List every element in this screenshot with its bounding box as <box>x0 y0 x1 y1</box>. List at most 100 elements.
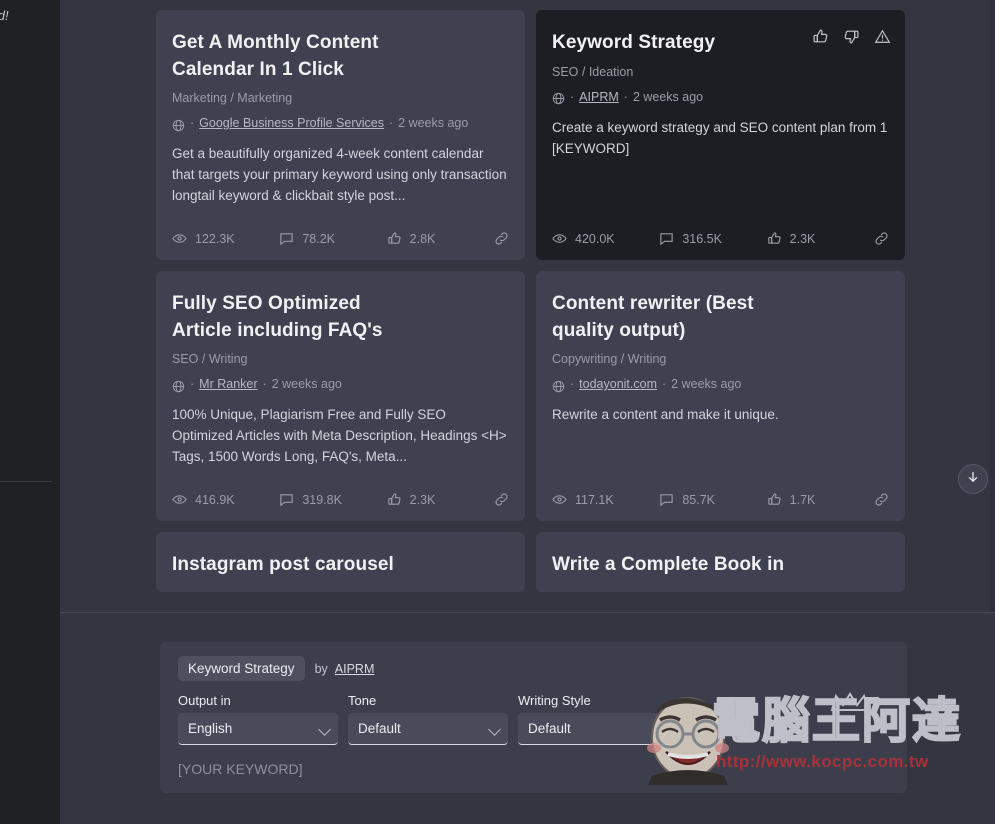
link-icon <box>874 492 889 507</box>
copy-link-button[interactable] <box>494 492 509 507</box>
stat-uses: 319.8K <box>279 492 386 507</box>
copy-link-button[interactable] <box>874 231 889 246</box>
sidebar-divider <box>0 481 52 482</box>
prompt-card-age: 2 weeks ago <box>632 89 704 104</box>
prompt-card-grid: Get A Monthly Content Calendar In 1 Clic… <box>156 0 906 603</box>
copy-link-button[interactable] <box>874 492 889 507</box>
left-sidebar: ved! ered m <box>0 0 60 824</box>
globe-icon <box>172 380 185 393</box>
stat-views-value: 122.3K <box>195 231 235 246</box>
scroll-to-bottom-button[interactable] <box>958 464 988 494</box>
meta-separator: · <box>190 377 195 392</box>
prompt-card-title: Content rewriter (Best quality output) <box>552 293 754 341</box>
prompt-card-selected[interactable]: Keyword Strategy SEO / Ideation · AIPRM … <box>536 10 905 260</box>
stat-uses-value: 78.2K <box>302 231 335 246</box>
prompt-card-age: 2 weeks ago <box>398 116 469 131</box>
eye-icon <box>552 231 567 246</box>
report-warning-icon[interactable] <box>874 28 891 45</box>
prompt-card-category: SEO / Ideation <box>552 64 634 79</box>
prompt-card-category: SEO / Writing <box>172 352 248 367</box>
eye-icon <box>172 492 187 507</box>
stat-votes-value: 1.7K <box>789 492 816 507</box>
stat-uses-value: 316.5K <box>682 231 722 246</box>
stat-uses-value: 319.8K <box>302 492 342 507</box>
meta-separator-2: · <box>262 377 267 392</box>
prompt-card-stats: 122.3K 78.2K 2.8K <box>172 213 509 246</box>
stat-votes: 2.3K <box>767 231 874 246</box>
prompt-card-description: Create a keyword strategy and SEO conten… <box>552 119 888 156</box>
output-language-value: English <box>188 721 233 736</box>
prompt-card-age: 2 weeks ago <box>671 377 742 392</box>
keyword-input[interactable]: [YOUR KEYWORD] <box>178 761 889 777</box>
tone-value: Default <box>358 721 401 736</box>
output-language-select[interactable]: English <box>178 713 338 745</box>
prompt-card-title: Fully SEO Optimized Article including FA… <box>172 293 383 341</box>
prompt-card-author[interactable]: AIPRM <box>579 90 619 104</box>
prompt-card-row-partial-bottom: Instagram post carousel Write a Complete… <box>156 532 906 592</box>
stat-views: 420.0K <box>552 231 659 246</box>
active-prompt-panel: Keyword Strategy by AIPRM Output in Engl… <box>160 642 907 793</box>
sidebar-top-fragment: ved! <box>0 8 9 23</box>
stat-votes: 2.8K <box>387 231 494 246</box>
field-tone: Tone Default <box>348 693 508 745</box>
stat-votes: 2.3K <box>387 492 494 507</box>
thumbs-up-icon <box>387 492 402 507</box>
globe-icon <box>552 380 565 393</box>
field-output-in: Output in English <box>178 693 338 745</box>
prompt-card[interactable]: Content rewriter (Best quality output) C… <box>536 271 905 521</box>
by-label: by <box>314 661 328 676</box>
stat-uses: 316.5K <box>659 231 766 246</box>
chevron-down-icon <box>488 723 501 736</box>
prompt-card-partial-bottom-left[interactable]: Instagram post carousel <box>156 532 525 592</box>
prompt-card-partial-bottom-right[interactable]: Write a Complete Book in <box>536 532 905 592</box>
stat-votes-value: 2.3K <box>409 492 436 507</box>
prompt-card-stats: 117.1K 85.7K 1.7K <box>552 474 889 507</box>
comment-icon <box>659 231 674 246</box>
meta-separator-2: · <box>388 116 394 131</box>
prompt-card-meta: · Mr Ranker · 2 weeks ago <box>172 377 509 393</box>
prompt-card-author[interactable]: Mr Ranker <box>199 377 257 391</box>
active-prompt-pill[interactable]: Keyword Strategy <box>178 656 305 681</box>
thumbs-down-icon[interactable] <box>843 28 860 45</box>
prompt-card-author[interactable]: todayonit.com <box>579 377 657 391</box>
thumbs-up-icon[interactable] <box>812 28 829 45</box>
prompt-card-row-1: Get A Monthly Content Calendar In 1 Clic… <box>156 10 906 260</box>
stat-views-value: 420.0K <box>575 231 615 246</box>
writing-style-select[interactable]: Default <box>518 713 678 745</box>
field-writing-style-label: Writing Style <box>518 693 591 708</box>
prompt-card[interactable]: Fully SEO Optimized Article including FA… <box>156 271 525 521</box>
stat-views-value: 117.1K <box>575 492 614 507</box>
field-tone-label: Tone <box>348 693 377 708</box>
prompt-card-description: Rewrite a content and make it unique. <box>552 407 779 423</box>
thumbs-up-icon <box>767 231 782 246</box>
screenshot-root: ved! ered m Get A Monthly Content Calend… <box>0 0 1000 824</box>
prompt-card-meta: · Google Business Profile Services · 2 w… <box>172 116 509 131</box>
prompt-card-category: Marketing / Marketing <box>172 91 293 106</box>
stat-uses: 78.2K <box>279 231 386 246</box>
comment-icon <box>659 492 674 507</box>
link-icon <box>874 231 889 246</box>
prompt-card-meta: · todayonit.com · 2 weeks ago <box>552 377 889 393</box>
stat-views: 416.9K <box>172 492 279 507</box>
chevron-down-icon <box>658 723 671 736</box>
field-output-in-label: Output in <box>178 693 231 708</box>
meta-separator-2: · <box>662 377 667 392</box>
stat-votes-value: 2.3K <box>789 231 816 246</box>
meta-separator: · <box>570 89 575 104</box>
thumbs-up-icon <box>387 231 402 246</box>
writing-style-value: Default <box>528 721 571 736</box>
active-prompt-author-link[interactable]: AIPRM <box>335 662 375 676</box>
prompt-card-stats: 420.0K 316.5K 2.3K <box>552 213 889 246</box>
prompt-card-description: Get a beautifully organized 4-week conte… <box>172 146 507 204</box>
prompt-option-fields: Output in English Tone Default Writing S… <box>178 693 889 745</box>
comment-icon <box>279 231 294 246</box>
prompt-card[interactable]: Get A Monthly Content Calendar In 1 Clic… <box>156 10 525 260</box>
prompt-card-author[interactable]: Google Business Profile Services <box>199 116 384 130</box>
eye-icon <box>552 492 567 507</box>
tone-select[interactable]: Default <box>348 713 508 745</box>
meta-separator: · <box>190 116 195 131</box>
stat-uses-value: 85.7K <box>682 492 715 507</box>
prompt-card-action-bar <box>812 28 891 45</box>
copy-link-button[interactable] <box>494 231 509 246</box>
field-writing-style: Writing Style Default <box>518 693 678 745</box>
